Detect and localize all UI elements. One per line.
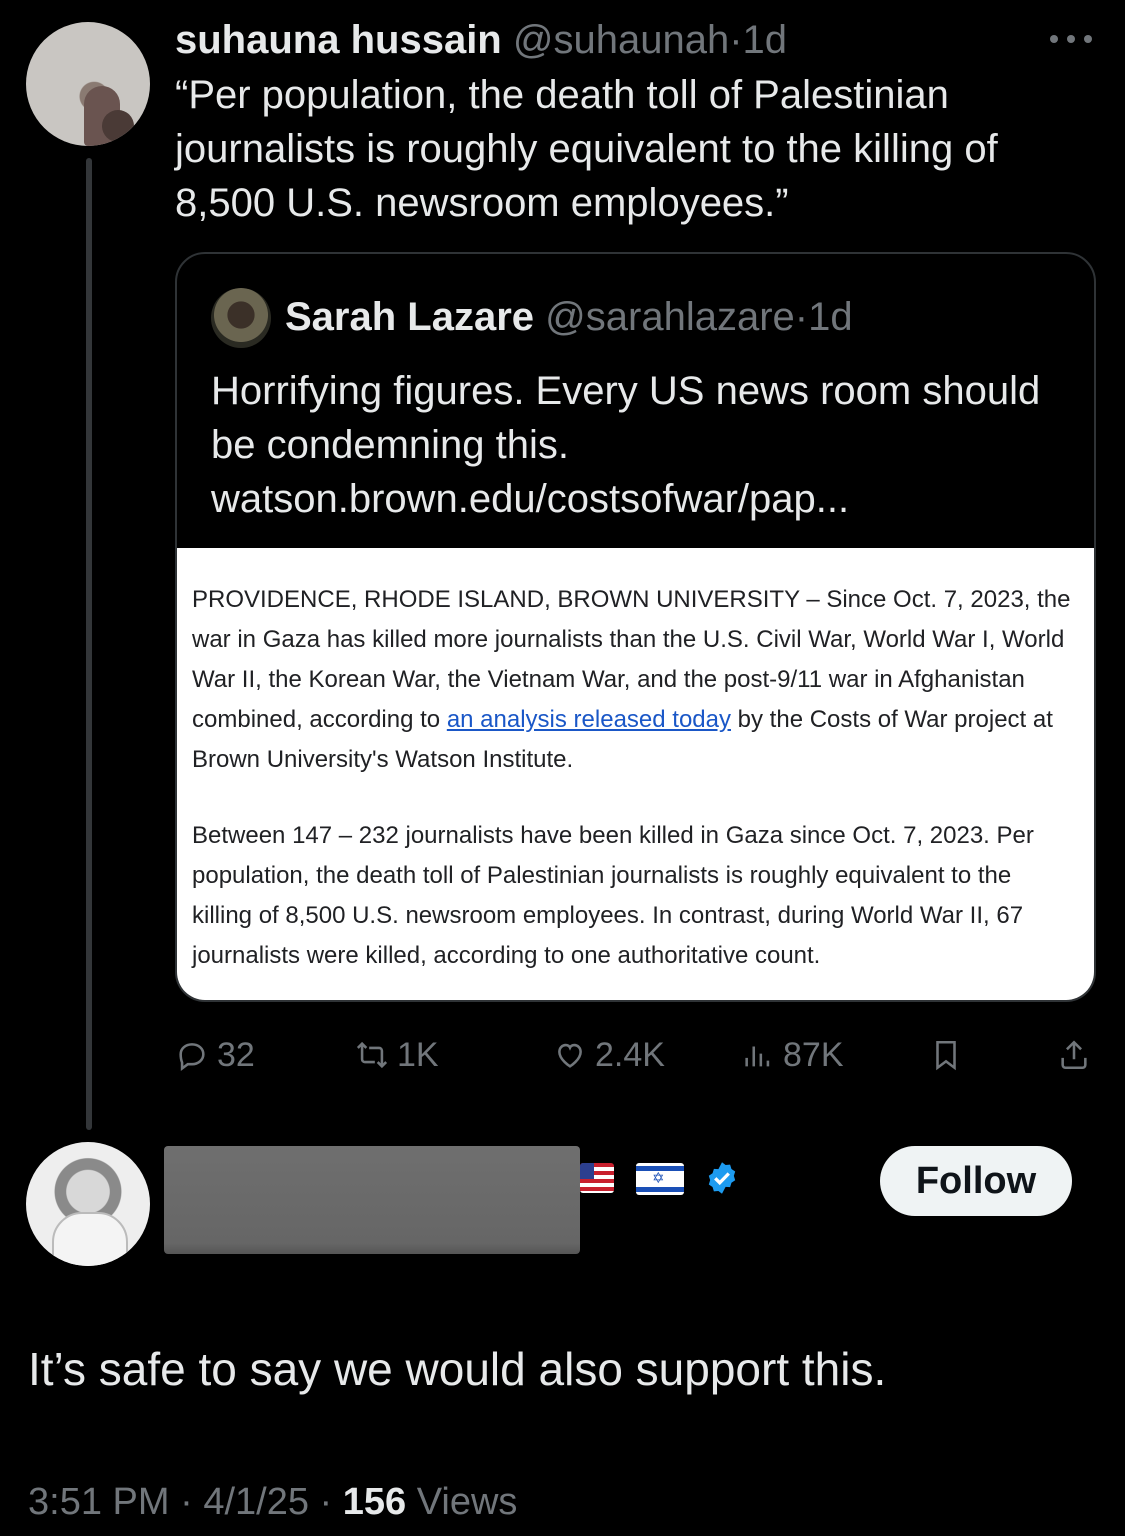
thread-line xyxy=(86,158,92,1130)
date[interactable]: 4/1/25 xyxy=(203,1481,309,1523)
avatar[interactable] xyxy=(26,22,150,146)
bookmark-button[interactable] xyxy=(929,1030,963,1080)
retweet-icon xyxy=(356,1041,388,1069)
quoted-image[interactable]: PROVIDENCE, RHODE ISLAND, BROWN UNIVERSI… xyxy=(177,548,1094,1000)
reply-button[interactable]: 32 xyxy=(175,1030,255,1080)
retweet-button[interactable]: 1K xyxy=(355,1030,439,1080)
separator: · xyxy=(180,1481,193,1523)
separator: · xyxy=(794,295,809,339)
verified-badge-icon[interactable] xyxy=(704,1160,740,1196)
tweet-header: suhauna hussain @suhaunah·1d xyxy=(175,16,787,64)
avatar[interactable] xyxy=(26,1142,150,1266)
avatar-head xyxy=(102,110,134,142)
display-name[interactable]: suhauna hussain xyxy=(175,18,502,62)
image-paragraph-2: Between 147 – 232 journalists have been … xyxy=(192,822,1034,969)
timestamp[interactable]: 3:51 PM xyxy=(28,1481,170,1523)
tweet-age[interactable]: 1d xyxy=(743,18,788,62)
quoted-text: Horrifying figures. Every US news room s… xyxy=(211,364,1071,526)
quoted-age: 1d xyxy=(808,295,853,339)
view-count: 156 xyxy=(342,1481,407,1523)
handle[interactable]: @suhaunah xyxy=(513,18,729,62)
separator: · xyxy=(319,1481,333,1523)
like-button[interactable]: 2.4K xyxy=(553,1030,665,1080)
reply-icon xyxy=(179,1043,205,1072)
action-bar: 32 1K 2.4K 87K xyxy=(175,1030,1105,1080)
quoted-header: Sarah Lazare @sarahlazare·1d xyxy=(285,292,853,342)
reply-count: 32 xyxy=(217,1035,255,1074)
like-icon xyxy=(558,1043,582,1068)
us-flag-icon xyxy=(580,1163,614,1193)
image-paragraph-1: PROVIDENCE, RHODE ISLAND, BROWN UNIVERSI… xyxy=(192,580,1072,780)
share-button[interactable] xyxy=(1057,1030,1091,1080)
views-icon xyxy=(745,1046,770,1067)
image-link: an analysis released today xyxy=(446,706,731,733)
quoted-avatar xyxy=(211,288,271,348)
tweet-text: “Per population, the death toll of Pales… xyxy=(175,73,998,225)
quoted-link[interactable]: watson.brown.edu/costsofwar/pap... xyxy=(211,472,1071,526)
quoted-display-name: Sarah Lazare xyxy=(285,295,535,339)
more-horizontal-icon[interactable] xyxy=(1046,24,1096,54)
like-count: 2.4K xyxy=(595,1035,665,1074)
bookmark-icon xyxy=(936,1040,956,1071)
views-button[interactable]: 87K xyxy=(741,1030,844,1080)
follow-button[interactable]: Follow xyxy=(880,1146,1072,1216)
tweet-metadata: 3:51 PM · 4/1/25 · 156 Views xyxy=(28,1478,517,1526)
share-icon xyxy=(1061,1040,1087,1070)
separator: · xyxy=(729,18,743,62)
avatar-figure xyxy=(52,1212,128,1266)
israel-flag-icon: ✡ xyxy=(636,1163,684,1195)
quoted-handle: @sarahlazare xyxy=(545,295,795,339)
quoted-tweet[interactable]: Sarah Lazare @sarahlazare·1d Horrifying … xyxy=(175,252,1096,1002)
views-count: 87K xyxy=(783,1035,844,1074)
reply-text: It’s safe to say we would also support t… xyxy=(28,1343,887,1395)
retweet-count: 1K xyxy=(397,1035,439,1074)
views-label: Views xyxy=(416,1481,518,1523)
redacted-name-block xyxy=(164,1146,580,1254)
quoted-text-body: Horrifying figures. Every US news room s… xyxy=(211,369,1041,467)
